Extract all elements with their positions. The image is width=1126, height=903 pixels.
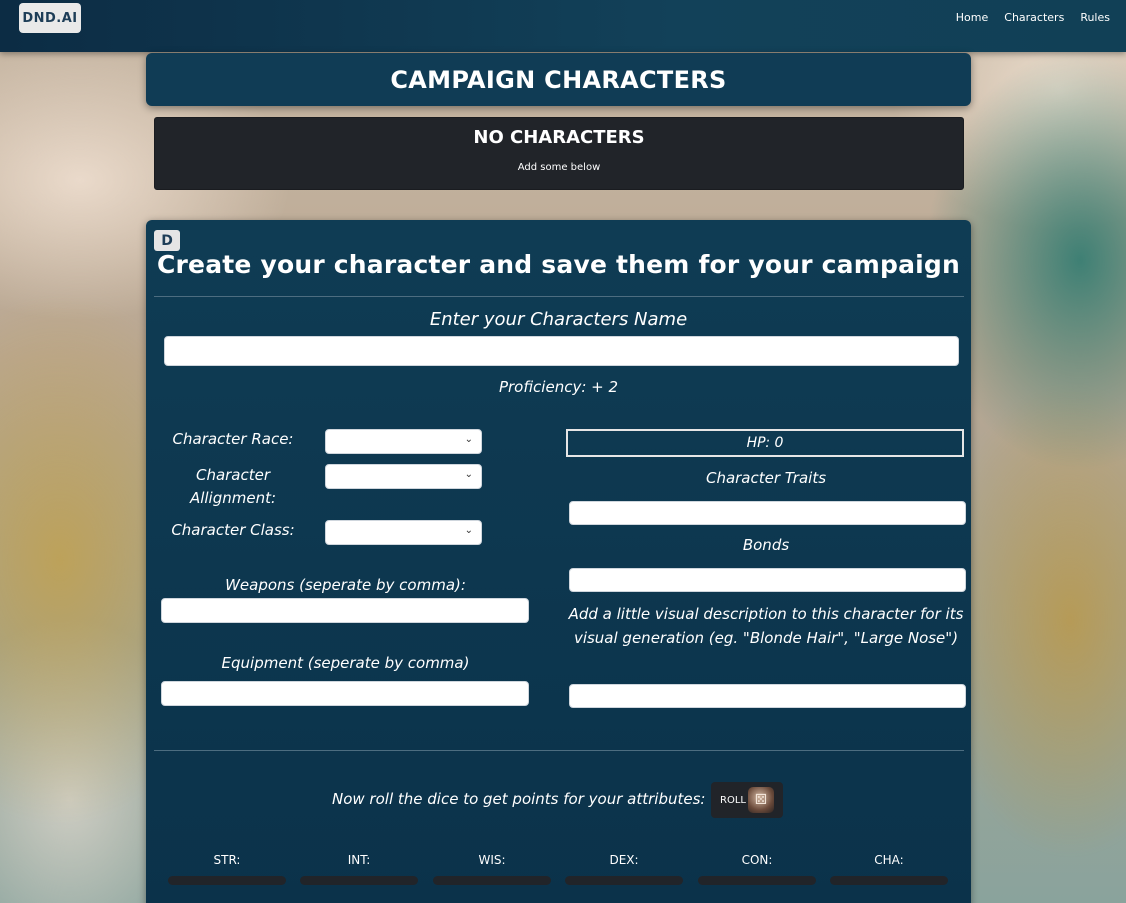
roll-button-label: ROLL [720, 794, 746, 806]
roll-dice-button[interactable]: ROLL ⚄ [711, 782, 783, 818]
chevron-down-icon: ⌄ [464, 525, 473, 536]
stat-value-field[interactable] [565, 876, 683, 885]
visual-description-input[interactable] [569, 684, 966, 708]
name-input[interactable] [164, 336, 959, 366]
stat-cha: CHA: [830, 853, 948, 885]
stat-label: CON: [741, 853, 773, 867]
chevron-down-icon: ⌄ [464, 469, 473, 480]
stat-dex: DEX: [565, 853, 683, 885]
roll-prompt: Now roll the dice to get points for your… [332, 790, 706, 808]
stat-int: INT: [300, 853, 418, 885]
empty-state-subtitle: Add some below [517, 162, 601, 173]
chevron-down-icon: ⌄ [464, 434, 473, 445]
nav-links: Home Characters Rules [956, 11, 1110, 24]
class-label: Character Class: [171, 521, 295, 539]
hp-display: HP: 0 [566, 429, 964, 457]
weapons-label: Weapons (seperate by comma): [225, 576, 466, 594]
divider [154, 296, 964, 297]
bonds-input[interactable] [569, 568, 966, 592]
empty-characters-panel: NO CHARACTERS Add some below [154, 117, 964, 190]
page-header: CAMPAIGN CHARACTERS [146, 53, 971, 106]
race-label: Character Race: [172, 430, 294, 448]
stat-label: INT: [347, 853, 371, 867]
stat-wis: WIS: [433, 853, 551, 885]
stat-label: DEX: [609, 853, 639, 867]
form-title: Create your character and save them for … [156, 250, 961, 279]
proficiency-text: Proficiency: + 2 [498, 378, 619, 396]
name-label: Enter your Characters Name [429, 309, 688, 330]
stat-label: WIS: [478, 853, 506, 867]
stat-value-field[interactable] [830, 876, 948, 885]
alignment-label: Character Allignment: [189, 466, 277, 507]
stat-value-field[interactable] [300, 876, 418, 885]
traits-input[interactable] [569, 501, 966, 525]
site-logo[interactable]: DND.AI [19, 3, 81, 33]
nav-home-link[interactable]: Home [956, 11, 988, 24]
equipment-label: Equipment (seperate by comma) [221, 654, 470, 672]
nav-rules-link[interactable]: Rules [1080, 11, 1110, 24]
stat-label: CHA: [874, 853, 904, 867]
stat-value-field[interactable] [168, 876, 286, 885]
empty-state-title: NO CHARACTERS [473, 127, 645, 148]
page-title: CAMPAIGN CHARACTERS [390, 65, 727, 94]
stat-value-field[interactable] [698, 876, 816, 885]
character-form: D Create your character and save them fo… [146, 220, 971, 903]
divider [154, 750, 964, 751]
class-select[interactable]: ⌄ [325, 520, 482, 545]
traits-label: Character Traits [705, 469, 827, 487]
alignment-select[interactable]: ⌄ [325, 464, 482, 489]
weapons-input[interactable] [161, 598, 529, 623]
top-navbar: DND.AI Home Characters Rules [0, 0, 1126, 52]
stat-con: CON: [698, 853, 816, 885]
race-select[interactable]: ⌄ [325, 429, 482, 454]
equipment-input[interactable] [161, 681, 529, 706]
form-logo-icon: D [154, 230, 180, 251]
stat-label: STR: [213, 853, 241, 867]
visual-description-label: Add a little visual description to this … [568, 605, 964, 647]
stat-str: STR: [168, 853, 286, 885]
bonds-label: Bonds [742, 536, 790, 554]
stat-value-field[interactable] [433, 876, 551, 885]
nav-characters-link[interactable]: Characters [1004, 11, 1064, 24]
dice-icon: ⚄ [747, 787, 774, 813]
